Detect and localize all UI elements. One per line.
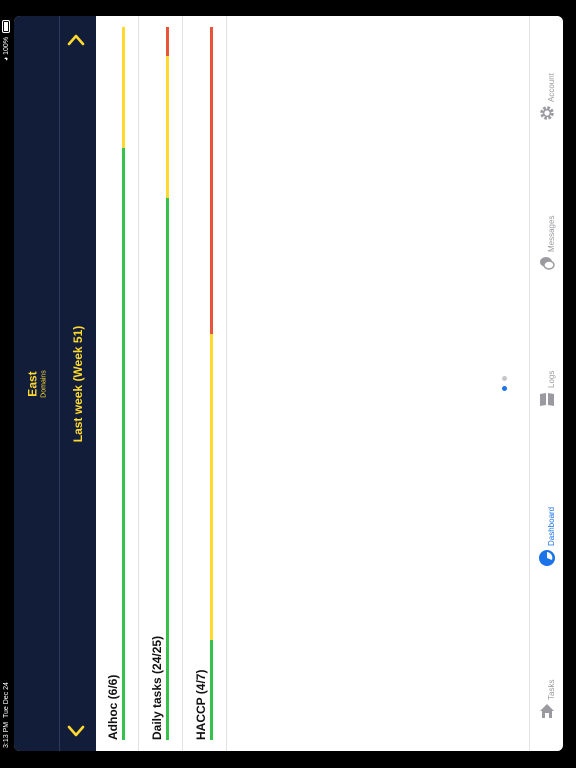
page-indicator[interactable] [500,376,510,396]
tab-account[interactable]: Account [530,16,563,166]
dashboard-content: Adhoc (6/6) Daily tasks (24/25) HACCP (4… [96,16,529,751]
chat-bubbles-icon [538,254,556,272]
battery-percent: 100% [3,36,10,55]
tab-label: Logs [547,370,556,388]
book-icon [538,390,556,408]
status-battery: ◕ 100% [0,20,14,70]
domain-subtitle: Domains [40,369,47,398]
category-row[interactable]: Adhoc (6/6) [96,16,139,751]
progress-segment-ok [166,198,169,740]
page-dot-active[interactable] [502,386,507,391]
progress-bar [166,27,169,740]
category-label: HACCP (4/7) [194,669,208,740]
battery-icon [2,20,11,33]
tab-bar: Account Messages Logs Dashboard Tasks [529,16,563,751]
page-dot[interactable] [502,376,507,381]
progress-bar [122,27,125,740]
progress-segment-overdue [210,27,213,334]
category-label: Adhoc (6/6) [106,674,120,740]
progress-segment-ok [122,148,125,740]
category-row[interactable]: Daily tasks (24/25) [140,16,183,751]
wifi-icon: ◕ [3,56,10,62]
dashboard-gauge-icon [538,549,556,567]
progress-segment-warning [122,27,125,149]
tab-logs[interactable]: Logs [530,356,563,416]
tab-tasks[interactable]: Tasks [530,656,563,736]
category-label: Daily tasks (24/25) [150,635,164,740]
status-date: Tue Dec 24 [3,682,10,719]
period-selector: Last week (Week 51) [60,16,96,751]
app-screen: East Domains Last week (Week 51) Adhoc (… [14,16,563,751]
tab-label: Dashboard [547,506,556,546]
status-time: 3:13 PM Tue Dec 24 [0,674,14,748]
next-period-chevron-icon[interactable] [65,29,87,51]
tab-dashboard[interactable]: Dashboard [530,486,563,576]
previous-period-chevron-icon[interactable] [65,719,87,741]
domain-title: East [25,370,39,397]
tab-label: Account [547,73,556,102]
dashboard-header: East Domains Last week (Week 51) [14,16,96,751]
status-time-value: 3:13 PM [3,721,10,748]
progress-segment-overdue [166,27,169,56]
tab-label: Tasks [547,679,556,700]
tab-label: Messages [547,215,556,252]
app-window: 3:13 PM Tue Dec 24 ◕ 100% East Domains L… [0,0,576,768]
status-bar: 3:13 PM Tue Dec 24 ◕ 100% [0,0,14,768]
period-label: Last week (Week 51) [71,325,85,442]
house-icon [538,702,556,720]
progress-segment-warning [166,55,169,199]
tab-messages[interactable]: Messages [530,196,563,296]
progress-segment-warning [210,333,213,641]
gear-icon [538,104,556,122]
domain-title-block[interactable]: East Domains [14,16,59,751]
progress-segment-ok [210,640,213,740]
progress-bar [210,27,213,740]
category-row[interactable]: HACCP (4/7) [184,16,227,751]
